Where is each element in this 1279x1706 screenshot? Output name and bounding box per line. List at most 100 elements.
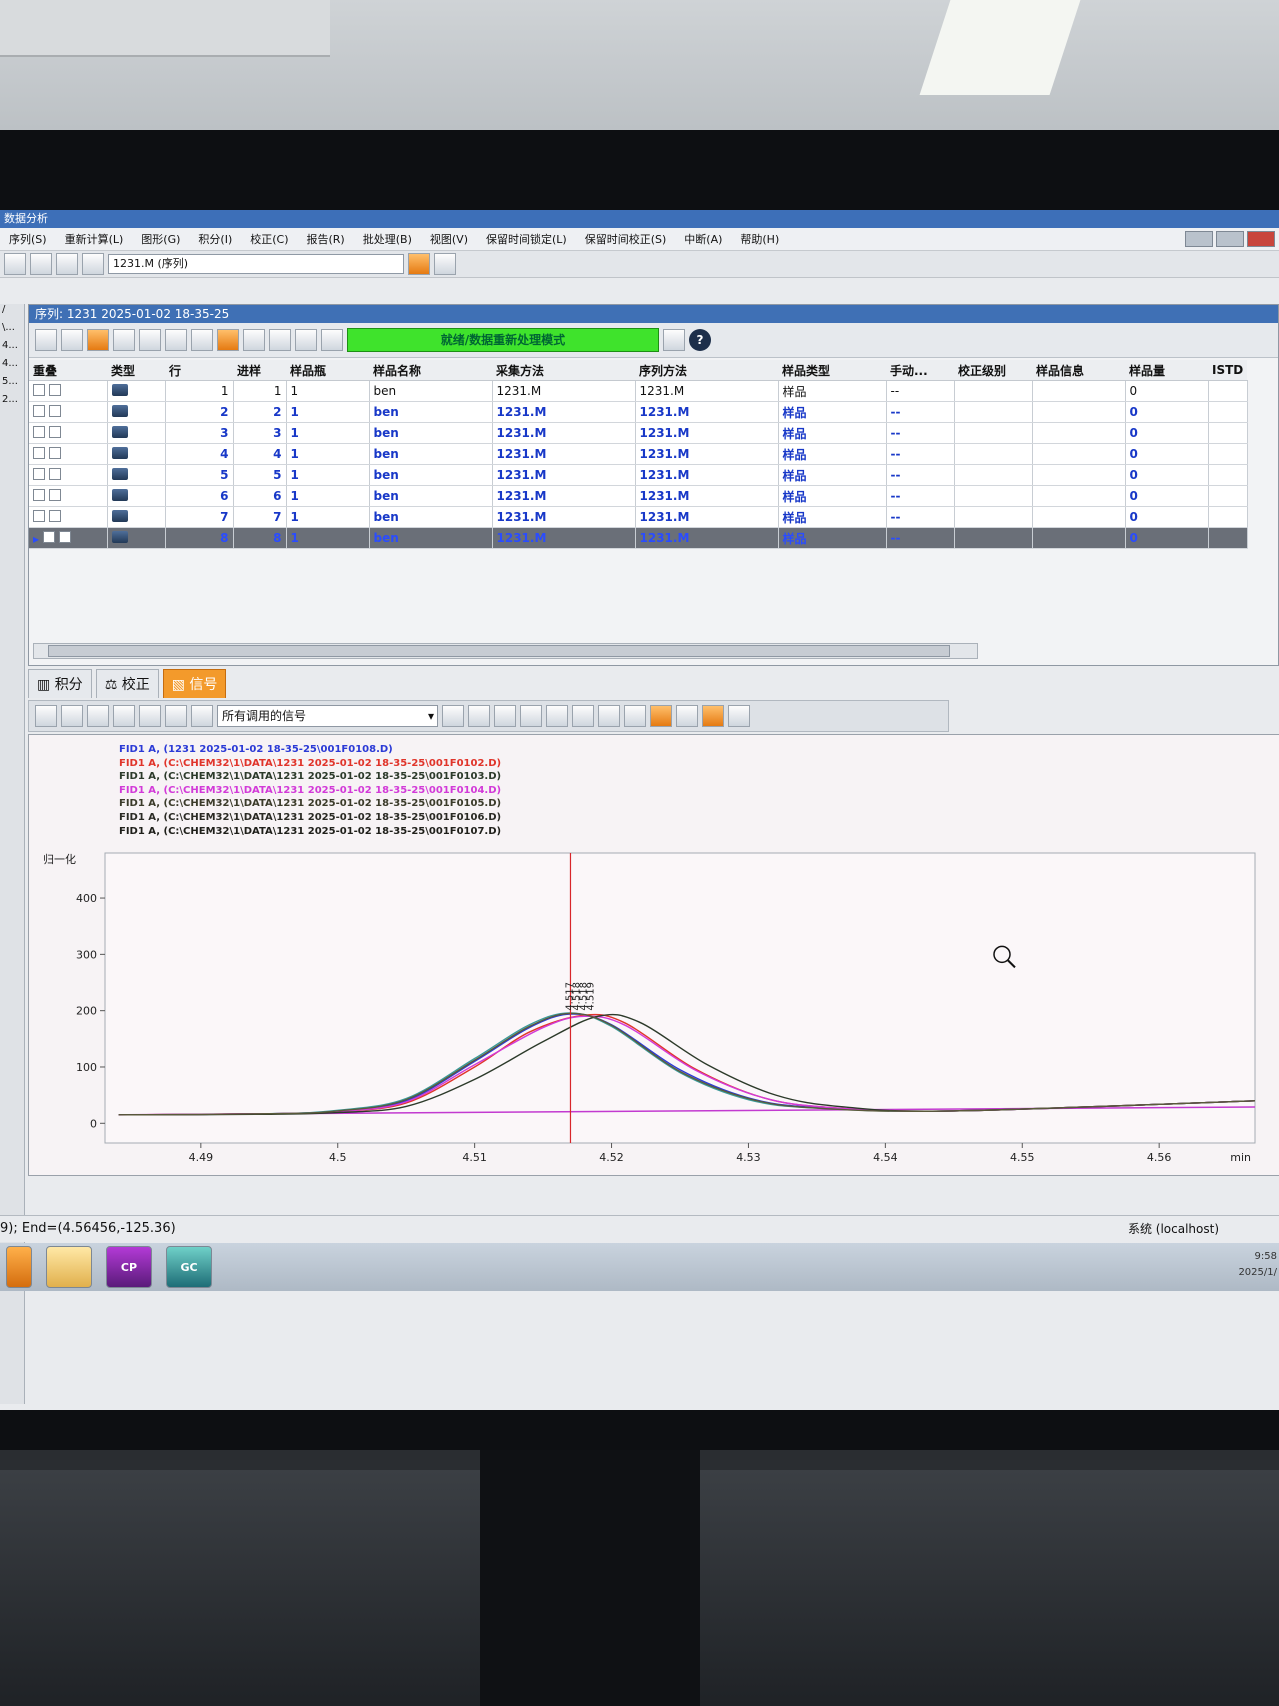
- menu-graphics[interactable]: 图形(G): [132, 231, 189, 247]
- chemstation-gc-icon[interactable]: GC: [166, 1246, 212, 1288]
- peak-delete-icon[interactable]: [598, 705, 620, 727]
- help-icon[interactable]: ?: [689, 329, 711, 351]
- color-icon[interactable]: [676, 705, 698, 727]
- overlay-checkbox[interactable]: [48, 383, 61, 396]
- file-explorer-icon[interactable]: [46, 1246, 92, 1288]
- overlay-checkbox[interactable]: [49, 404, 62, 417]
- table-row[interactable]: 7 7 1 ben 1231.M 1231.M 样品 -- 0: [29, 506, 1248, 528]
- expand-checkbox[interactable]: [33, 404, 45, 417]
- overlay-checkbox[interactable]: [49, 467, 62, 480]
- col-cal-level[interactable]: 校正级别: [954, 360, 1032, 381]
- col-sample-type[interactable]: 样品类型: [778, 360, 886, 381]
- method-icon[interactable]: [82, 253, 104, 275]
- properties-icon[interactable]: [191, 705, 213, 727]
- expand-checkbox[interactable]: [33, 425, 45, 438]
- seq-table-icon[interactable]: [35, 329, 57, 351]
- table-row[interactable]: 1 1 1 ben 1231.M 1231.M 样品 -- 0: [29, 380, 1248, 402]
- table-row[interactable]: 4 4 1 ben 1231.M 1231.M 样品 -- 0: [29, 443, 1248, 465]
- maximize-button[interactable]: [1216, 231, 1244, 247]
- menu-report[interactable]: 报告(R): [298, 231, 354, 247]
- table-row-selected[interactable]: ▸ 8 8 1 ben 1231.M 1231.M 样品 -- 0: [29, 527, 1248, 549]
- col-overlay[interactable]: 重叠: [29, 360, 107, 381]
- menu-rt-correct[interactable]: 保留时间校正(S): [576, 231, 676, 247]
- menu-help[interactable]: 帮助(H): [731, 231, 788, 247]
- menu-abort[interactable]: 中断(A): [675, 231, 731, 247]
- overlay-cell[interactable]: [29, 443, 108, 465]
- seq-reprocess-icon[interactable]: [87, 329, 109, 351]
- tools-icon[interactable]: [442, 705, 464, 727]
- col-injection[interactable]: 进样: [233, 360, 286, 381]
- col-sample-name[interactable]: 样品名称: [369, 360, 492, 381]
- col-istd[interactable]: ISTD: [1208, 360, 1248, 381]
- expand-checkbox[interactable]: [43, 530, 56, 543]
- overlay-cell[interactable]: [29, 506, 108, 528]
- align-icon[interactable]: [165, 705, 187, 727]
- expand-checkbox[interactable]: [33, 446, 45, 459]
- seq-report-icon[interactable]: [217, 329, 239, 351]
- overlay-cell[interactable]: [29, 380, 108, 402]
- back-icon[interactable]: [663, 329, 685, 351]
- table-horizontal-scrollbar[interactable]: [33, 643, 978, 659]
- lock-icon[interactable]: [434, 253, 456, 275]
- tab-signal[interactable]: ▧ 信号: [162, 669, 227, 698]
- peak-icon[interactable]: [546, 705, 568, 727]
- layout-icon[interactable]: [35, 705, 57, 727]
- seq-grid-icon[interactable]: [113, 329, 135, 351]
- scroll-thumb[interactable]: [48, 645, 950, 657]
- chemstation-cp-icon[interactable]: CP: [106, 1246, 152, 1288]
- print-icon[interactable]: [191, 329, 213, 351]
- overlay-checkbox[interactable]: [49, 509, 62, 522]
- expand-checkbox[interactable]: [33, 488, 45, 501]
- minimize-button[interactable]: [1185, 231, 1213, 247]
- menu-recalculate[interactable]: 重新计算(L): [56, 231, 133, 247]
- compare-icon[interactable]: [139, 705, 161, 727]
- method-combo[interactable]: 1231.M (序列): [108, 254, 404, 274]
- load-method-icon[interactable]: [4, 253, 26, 275]
- col-vial[interactable]: 样品瓶: [286, 360, 369, 381]
- edit-chromatogram-icon[interactable]: [113, 705, 135, 727]
- col-sample-info[interactable]: 样品信息: [1032, 360, 1125, 381]
- menu-integration[interactable]: 积分(I): [189, 231, 241, 247]
- menu-calibration[interactable]: 校正(C): [241, 231, 297, 247]
- overlay-checkbox[interactable]: [49, 425, 62, 438]
- overlay-cell[interactable]: [29, 485, 108, 507]
- tab-integration[interactable]: ▥ 积分: [28, 669, 92, 698]
- overlay-icon[interactable]: [61, 705, 83, 727]
- signal-select[interactable]: 所有调用的信号: [217, 705, 438, 727]
- stop-icon[interactable]: [295, 329, 317, 351]
- col-manual[interactable]: 手动...: [886, 360, 954, 381]
- menu-batch[interactable]: 批处理(B): [354, 231, 421, 247]
- expand-checkbox[interactable]: [33, 509, 45, 522]
- overlay-cell[interactable]: [29, 464, 108, 486]
- zoom-out-icon[interactable]: [494, 705, 516, 727]
- pointer-icon[interactable]: [520, 705, 542, 727]
- chromatogram-chart[interactable]: 0 100 200 300 400 归一化 4.49 4.5 4.51 4.52 4.53 4.54 4…: [35, 845, 1273, 1165]
- grid-view-icon[interactable]: [408, 253, 430, 275]
- col-seq-method[interactable]: 序列方法: [635, 360, 778, 381]
- save-icon[interactable]: [30, 253, 52, 275]
- col-amount[interactable]: 样品量: [1125, 360, 1208, 381]
- expand-checkbox[interactable]: [33, 383, 45, 396]
- table-row[interactable]: 2 2 1 ben 1231.M 1231.M 样品 -- 0: [29, 401, 1248, 423]
- peak-remove-icon[interactable]: [624, 705, 646, 727]
- overlay-checkbox[interactable]: [59, 530, 72, 543]
- overlay-cell[interactable]: ▸: [29, 527, 108, 549]
- menu-sequence[interactable]: 序列(S): [0, 231, 56, 247]
- close-button[interactable]: [1247, 231, 1275, 247]
- col-line[interactable]: 行: [165, 360, 233, 381]
- pause-icon[interactable]: [321, 329, 343, 351]
- table-row[interactable]: 3 3 1 ben 1231.M 1231.M 样品 -- 0: [29, 422, 1248, 444]
- menu-rt-lock[interactable]: 保留时间锁定(L): [477, 231, 576, 247]
- overlay-checkbox[interactable]: [49, 446, 62, 459]
- stack-icon[interactable]: [87, 705, 109, 727]
- table-row[interactable]: 5 5 1 ben 1231.M 1231.M 样品 -- 0: [29, 464, 1248, 486]
- menu-view[interactable]: 视图(V): [421, 231, 477, 247]
- table-row[interactable]: 6 6 1 ben 1231.M 1231.M 样品 -- 0: [29, 485, 1248, 507]
- peak-split-icon[interactable]: [572, 705, 594, 727]
- col-acq-method[interactable]: 采集方法: [492, 360, 635, 381]
- overlay-checkbox[interactable]: [49, 488, 62, 501]
- overlay-cell[interactable]: [29, 401, 108, 423]
- open-folder-icon[interactable]: [56, 253, 78, 275]
- export-icon[interactable]: [728, 705, 750, 727]
- seq-load-icon[interactable]: [139, 329, 161, 351]
